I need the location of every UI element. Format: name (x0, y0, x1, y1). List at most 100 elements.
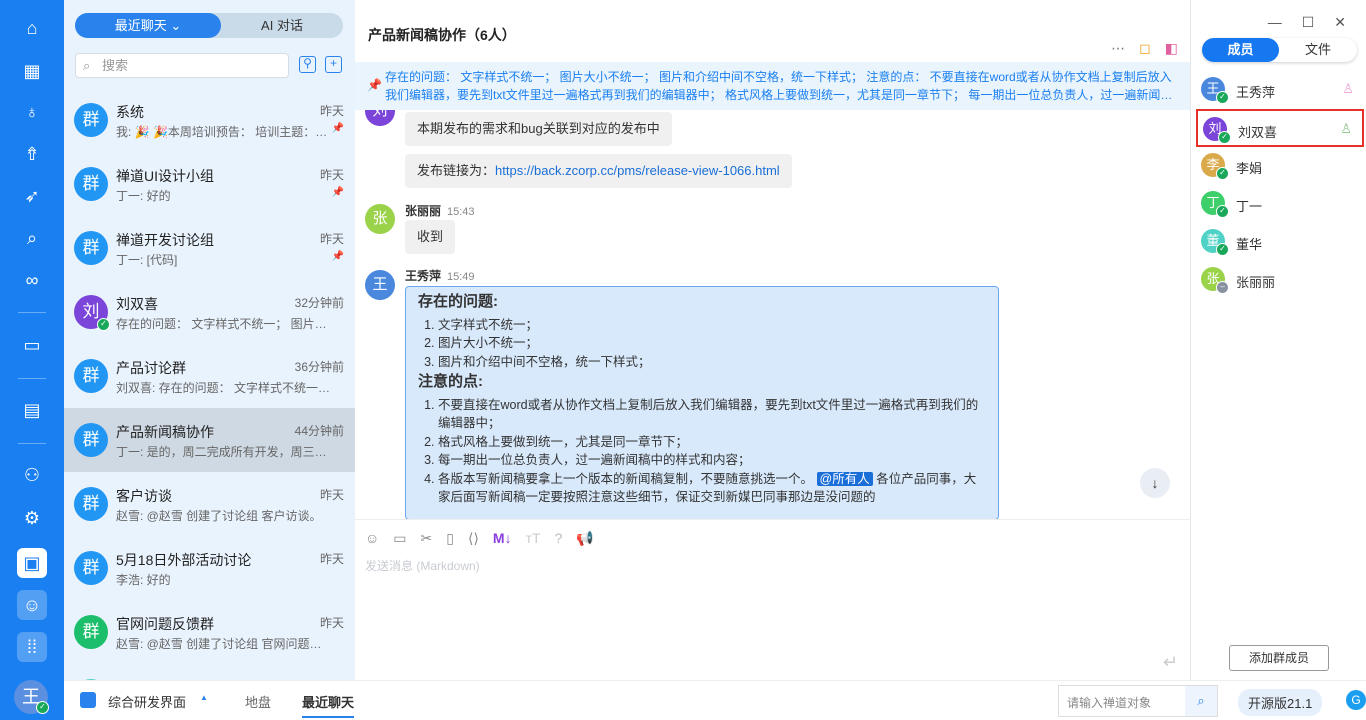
document-icon[interactable]: ▤ (17, 395, 47, 425)
chat-title: 产品新闻稿协作（6人） (368, 27, 516, 43)
card-list-item: 文字样式不统一； (438, 316, 986, 335)
apps-icon[interactable]: ⁞⁞ (17, 632, 47, 662)
member-item[interactable]: 李 ✓ 李娟 (1196, 147, 1364, 185)
chat-name: 产品讨论群 (116, 360, 186, 376)
search-icon[interactable]: ⌕ (17, 223, 47, 253)
chat-preview: 赵雪: @赵雪 创建了讨论组 客户访谈。 (116, 509, 322, 523)
chat-time: 昨天 (319, 552, 344, 566)
member-item[interactable]: 王 ✓ 王秀萍 ♙ (1196, 71, 1364, 109)
chat-list-item[interactable]: 群禅道UI设计小组 昨天 丁一: 好的 📌 (64, 152, 355, 216)
member-item[interactable]: 张 – 张丽丽 (1196, 261, 1364, 299)
owner-icon: ♙ (1342, 81, 1354, 96)
maximize-icon[interactable]: ☐ (1302, 14, 1315, 30)
image-icon[interactable]: ▭ (393, 530, 406, 546)
card-list-item: 格式风格上要做到统一，尤其是同一章节下； (438, 433, 986, 452)
code-icon[interactable]: ⟨⟩ (468, 530, 479, 546)
notice-icon[interactable]: ◻ (1139, 40, 1151, 56)
breadcrumb-dashboard[interactable]: 地盘 (245, 692, 271, 711)
add-icon[interactable]: + (325, 56, 342, 73)
add-member-button[interactable]: 添加群成员 (1229, 645, 1329, 671)
chat-preview: 我: 🎉 🎉本周培训预告： 培训主题：… (116, 125, 328, 139)
mention-all[interactable]: @所有人 (816, 471, 873, 486)
font-size-icon[interactable]: ᴛT (526, 530, 541, 546)
chat-time: 昨天 (319, 616, 344, 630)
search-icon[interactable]: ⌕ (1185, 686, 1217, 716)
chat-list-item[interactable]: 群客户访谈 昨天 赵雪: @赵雪 创建了讨论组 客户访谈。 (64, 472, 355, 536)
pinned-message-bar[interactable]: 📌 存在的问题： 文字样式不统一； 图片大小不统一； 图片和介绍中间不空格，统一下… (355, 62, 1190, 110)
release-link[interactable]: https://back.zcorp.cc/pms/release-view-1… (495, 163, 780, 178)
online-icon: ✓ (36, 701, 49, 714)
member-name: 王秀萍 (1236, 85, 1276, 100)
members-panel: — ☐ ✕ 成员 文件 王 ✓ 王秀萍 ♙ 刘 ✓ 刘双喜 ♙ 李 ✓ 李娟丁 ✓ 丁一董 ✓ 董华张 – 张丽丽 添… (1190, 0, 1366, 680)
tab-recent-chats[interactable]: 最近聊天 ⌄ (75, 13, 221, 38)
chat-list-item[interactable]: 群系统 昨天 我: 🎉 🎉本周培训预告： 培训主题：… 📌 (64, 88, 355, 152)
card-list-item: 不要直接在word或者从协作文档上复制后放入我们编辑器，要先到txt文件里过一遍… (438, 396, 986, 433)
message-input[interactable]: 发送消息 (Markdown) (365, 557, 480, 574)
chat-icon[interactable]: ▣ (17, 548, 47, 578)
users-icon[interactable]: ⚇ (17, 460, 47, 490)
status-bar: 综合研发界面 ▲ 地盘 最近聊天 请输入禅道对象 ⌕ 开源版21.1 G (64, 680, 1366, 720)
member-item[interactable]: 丁 ✓ 丁一 (1196, 185, 1364, 223)
scroll-down-button[interactable]: ↓ (1140, 468, 1170, 498)
online-icon: ✓ (1216, 205, 1229, 218)
screenshot-icon[interactable]: ✂ (421, 530, 433, 546)
home-icon[interactable]: ⌂ (17, 13, 47, 43)
card-heading: 注意的点: (418, 373, 483, 390)
chat-list-item[interactable]: 群 5月18日外部活动讨论 昨天 李浩: 好的 (64, 536, 355, 600)
member-item[interactable]: 董 ✓ 董华 (1196, 223, 1364, 261)
tab-members[interactable]: 成员 (1202, 38, 1279, 62)
board-icon[interactable]: ▭ (17, 330, 47, 360)
search-input[interactable]: ⌕ 搜索 (75, 53, 289, 78)
sidebar-toggle-icon[interactable]: ◧ (1165, 40, 1178, 56)
chat-list-item[interactable]: 群禅道开发讨论组 昨天 丁一: [代码] 📌 (64, 216, 355, 280)
chat-list-item[interactable]: 群产品新闻稿协作 44分钟前 丁一: 是的，周二完成所有开发，周三开… (64, 408, 355, 472)
pin-icon: 📌 (331, 187, 344, 198)
item-text: 各版本写新闻稿要拿上一个版本的新闻稿复制，不要随意挑选一个。 (438, 471, 814, 486)
chat-list-item[interactable]: 刘 ✓ 刘双喜 32分钟前 存在的问题： 文字样式不统一； 图片大… (64, 280, 355, 344)
card-heading: 存在的问题: (418, 293, 498, 310)
workspace-switcher[interactable]: 综合研发界面 (108, 692, 186, 711)
emoji-icon[interactable]: ☺ (365, 530, 379, 546)
avatar: 张 (365, 204, 395, 234)
admin-icon: ♙ (1340, 121, 1352, 136)
rocket-icon[interactable]: ⇮ (17, 139, 47, 169)
user-icon[interactable]: ☺ (17, 590, 47, 620)
grid-icon[interactable]: ▦ (17, 56, 47, 86)
contacts-icon[interactable]: ⚲ (299, 56, 316, 73)
megaphone-icon[interactable]: 📢 (576, 530, 593, 546)
workspace-icon (80, 692, 96, 708)
more-icon[interactable]: ⋯ (1111, 40, 1125, 56)
online-icon: ✓ (1216, 167, 1229, 180)
divider (355, 519, 1190, 520)
member-name: 董华 (1236, 237, 1263, 252)
markdown-icon[interactable]: M↓ (493, 530, 512, 546)
avatar: 群 (74, 231, 108, 265)
online-icon: ✓ (1216, 91, 1229, 104)
help-icon[interactable]: ? (555, 530, 563, 546)
sprint-icon[interactable]: ➶ (17, 181, 47, 211)
offline-icon: – (1216, 281, 1229, 294)
message-bubble: 本期发布的需求和bug关联到对应的发布中 (405, 112, 672, 146)
tab-ai-chat[interactable]: AI 对话 (221, 13, 343, 38)
close-icon[interactable]: ✕ (1334, 14, 1346, 30)
chat-list-item[interactable]: 群产品讨论群 36分钟前 刘双喜: 存在的问题： 文字样式不统一；… (64, 344, 355, 408)
chat-name: 禅道UI设计小组 (116, 168, 214, 184)
send-icon[interactable]: ↵ (1163, 652, 1178, 673)
pin-icon: 📌 (367, 78, 382, 92)
member-item[interactable]: 刘 ✓ 刘双喜 ♙ (1196, 109, 1364, 147)
breadcrumb-recent-chats[interactable]: 最近聊天 (302, 692, 355, 718)
folder-icon[interactable]: ▯ (446, 530, 454, 546)
avatar[interactable]: 王 ✓ (14, 680, 49, 714)
tab-files[interactable]: 文件 (1279, 38, 1357, 62)
chat-name: 系统 (116, 104, 144, 120)
zentao-logo-icon[interactable]: G (1346, 690, 1366, 710)
lightbulb-icon[interactable]: ♁ (17, 97, 47, 127)
gear-icon[interactable]: ⚙ (17, 503, 47, 533)
chat-list-item[interactable]: 董董华昨天 (64, 664, 355, 680)
minimize-icon[interactable]: — (1268, 14, 1282, 30)
object-search-input[interactable]: 请输入禅道对象 ⌕ (1058, 685, 1218, 717)
chat-mode-tabs: 最近聊天 ⌄ AI 对话 (75, 13, 343, 38)
infinity-icon[interactable]: ∞ (17, 265, 47, 295)
version-badge[interactable]: 开源版21.1 (1238, 689, 1323, 716)
chat-list-item[interactable]: 群官网问题反馈群 昨天 赵雪: @赵雪 创建了讨论组 官网问题反… (64, 600, 355, 664)
